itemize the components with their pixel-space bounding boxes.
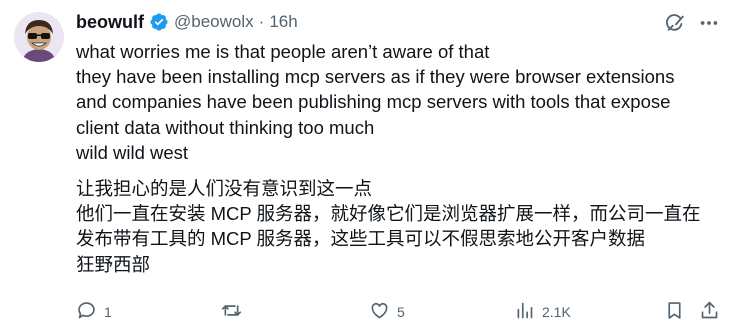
repost-button[interactable] (221, 298, 249, 326)
avatar[interactable] (14, 12, 64, 62)
tweet-text-english: what worries me is that people aren’t aw… (76, 41, 675, 163)
like-count: 5 (397, 304, 405, 320)
bookmark-button[interactable] (664, 298, 685, 326)
views-count: 2.1K (542, 304, 571, 320)
grok-icon[interactable] (664, 12, 686, 34)
verified-badge-icon (149, 12, 169, 32)
reply-count: 1 (104, 304, 112, 320)
avatar-image (14, 12, 64, 62)
like-button[interactable]: 5 (369, 298, 405, 326)
tweet-text-translation: 让我担心的是人们没有意识到这一点 他们一直在安装 MCP 服务器，就好像它们是浏… (76, 178, 701, 275)
action-bar: 1 5 2.1K (0, 298, 733, 326)
share-icon (699, 300, 720, 324)
tweet-header: beowulf @beowolx · 16h (76, 10, 298, 34)
timestamp[interactable]: 16h (269, 12, 297, 32)
separator-dot: · (258, 12, 265, 31)
reply-icon (76, 300, 97, 324)
views-icon (514, 300, 535, 324)
reply-button[interactable]: 1 (76, 298, 112, 326)
author-handle[interactable]: @beowolx (174, 12, 254, 32)
more-options-icon[interactable] (698, 12, 720, 34)
repost-icon (221, 300, 242, 324)
like-icon (369, 300, 390, 324)
author-name[interactable]: beowulf (76, 12, 144, 33)
bookmark-icon (664, 300, 685, 324)
views-button[interactable]: 2.1K (514, 298, 571, 326)
share-button[interactable] (699, 298, 720, 326)
